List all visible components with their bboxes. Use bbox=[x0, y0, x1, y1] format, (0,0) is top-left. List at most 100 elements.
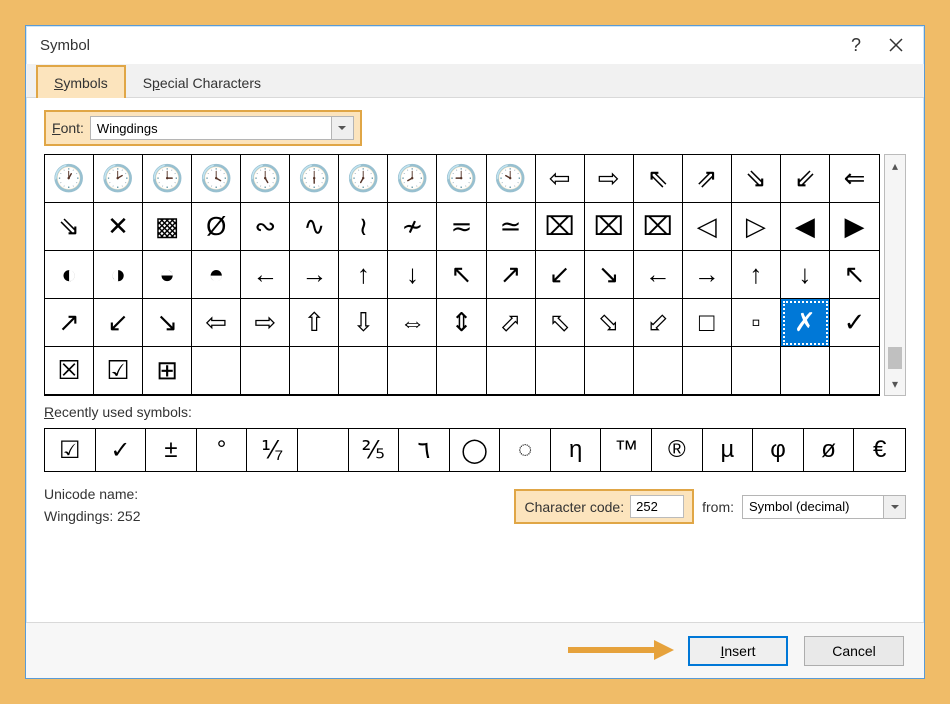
recent-symbol-cell[interactable]: ٦ bbox=[399, 429, 450, 471]
tab-symbols[interactable]: Symbols bbox=[36, 65, 126, 98]
symbol-cell[interactable]: ⇨ bbox=[241, 299, 290, 347]
symbol-cell[interactable]: → bbox=[683, 251, 732, 299]
symbol-cell[interactable]: 🕒 bbox=[143, 155, 192, 203]
symbol-cell[interactable]: ◀ bbox=[781, 203, 830, 251]
from-combo[interactable] bbox=[742, 495, 906, 519]
symbol-cell[interactable]: ↗ bbox=[487, 251, 536, 299]
symbol-cell[interactable]: ⇨ bbox=[585, 155, 634, 203]
character-code-input[interactable] bbox=[630, 495, 684, 518]
symbol-cell[interactable]: 🕐 bbox=[45, 155, 94, 203]
symbol-cell[interactable]: ↑ bbox=[339, 251, 388, 299]
symbol-cell[interactable]: Ø bbox=[192, 203, 241, 251]
symbol-cell[interactable]: ↓ bbox=[781, 251, 830, 299]
symbol-cell[interactable]: ⇩ bbox=[339, 299, 388, 347]
symbol-cell[interactable]: ↗ bbox=[45, 299, 94, 347]
symbol-cell[interactable]: ↓ bbox=[388, 251, 437, 299]
symbol-cell[interactable] bbox=[192, 347, 241, 395]
symbol-cell[interactable] bbox=[339, 347, 388, 395]
symbol-cell[interactable]: ↙ bbox=[536, 251, 585, 299]
symbol-cell[interactable]: ◓ bbox=[192, 251, 241, 299]
symbol-cell[interactable]: ↘ bbox=[143, 299, 192, 347]
symbol-cell[interactable]: ✓ bbox=[830, 299, 879, 347]
scroll-thumb[interactable] bbox=[888, 347, 902, 369]
symbol-cell[interactable]: 🕙 bbox=[487, 155, 536, 203]
symbol-cell[interactable]: ⇖ bbox=[634, 155, 683, 203]
symbol-cell[interactable] bbox=[290, 347, 339, 395]
recent-symbol-cell[interactable]: ° bbox=[197, 429, 248, 471]
symbol-cell[interactable]: ⇐ bbox=[830, 155, 879, 203]
symbol-cell[interactable]: ☒ bbox=[45, 347, 94, 395]
recent-symbol-cell[interactable]: ☑ bbox=[45, 429, 96, 471]
symbol-cell[interactable]: ✗ bbox=[781, 299, 830, 347]
symbol-cell[interactable]: ⇘ bbox=[45, 203, 94, 251]
symbol-cell[interactable]: ⇧ bbox=[290, 299, 339, 347]
symbol-cell[interactable]: ◒ bbox=[143, 251, 192, 299]
symbol-cell[interactable] bbox=[536, 347, 585, 395]
recent-symbol-cell[interactable]: ⅟₇ bbox=[247, 429, 298, 471]
symbol-cell[interactable]: ⌧ bbox=[536, 203, 585, 251]
symbol-cell[interactable]: ⬃ bbox=[634, 299, 683, 347]
insert-button[interactable]: Insert bbox=[688, 636, 788, 666]
symbol-cell[interactable]: ⇦ bbox=[536, 155, 585, 203]
symbol-cell[interactable]: ∾ bbox=[241, 203, 290, 251]
symbol-cell[interactable]: ← bbox=[241, 251, 290, 299]
symbol-cell[interactable]: ⇕ bbox=[437, 299, 486, 347]
scroll-up-icon[interactable]: ▴ bbox=[892, 159, 898, 173]
font-input[interactable] bbox=[91, 119, 331, 138]
symbol-cell[interactable]: ⌧ bbox=[585, 203, 634, 251]
symbol-cell[interactable]: 🕔 bbox=[241, 155, 290, 203]
from-input[interactable] bbox=[743, 497, 883, 516]
symbol-cell[interactable]: ↙ bbox=[94, 299, 143, 347]
symbol-cell[interactable]: ▷ bbox=[732, 203, 781, 251]
symbol-cell[interactable]: ∿ bbox=[290, 203, 339, 251]
recent-symbol-cell[interactable]: µ bbox=[703, 429, 754, 471]
symbol-cell[interactable] bbox=[487, 347, 536, 395]
symbol-cell[interactable]: 🕖 bbox=[339, 155, 388, 203]
font-dropdown-button[interactable] bbox=[331, 117, 353, 139]
symbol-cell[interactable]: ▩ bbox=[143, 203, 192, 251]
symbol-cell[interactable] bbox=[241, 347, 290, 395]
recent-symbol-cell[interactable]: ◯ bbox=[450, 429, 501, 471]
symbol-cell[interactable]: ✕ bbox=[94, 203, 143, 251]
symbol-cell[interactable]: 🕑 bbox=[94, 155, 143, 203]
symbol-grid[interactable]: 🕐🕑🕒🕓🕔🕕🕖🕗🕘🕙⇦⇨⇖⇗⇘⇙⇐⇘✕▩Ø∾∿≀≁≂≃⌧⌧⌧◁▷◀▶◐◑◒◓←→… bbox=[44, 154, 880, 396]
symbol-cell[interactable] bbox=[437, 347, 486, 395]
symbol-cell[interactable]: 🕘 bbox=[437, 155, 486, 203]
symbol-cell[interactable]: ◐ bbox=[45, 251, 94, 299]
symbol-cell[interactable]: ⌧ bbox=[634, 203, 683, 251]
recent-symbol-cell[interactable]: ™ bbox=[601, 429, 652, 471]
recent-symbol-cell[interactable] bbox=[298, 429, 349, 471]
recent-symbol-cell[interactable]: ◌ bbox=[500, 429, 551, 471]
symbol-cell[interactable]: ⇗ bbox=[683, 155, 732, 203]
symbol-cell[interactable] bbox=[683, 347, 732, 395]
symbol-cell[interactable]: ◑ bbox=[94, 251, 143, 299]
symbol-cell[interactable] bbox=[781, 347, 830, 395]
symbol-cell[interactable]: ⬁ bbox=[536, 299, 585, 347]
symbol-cell[interactable]: ⇦ bbox=[192, 299, 241, 347]
symbol-cell[interactable]: ▶ bbox=[830, 203, 879, 251]
from-dropdown-button[interactable] bbox=[883, 496, 905, 518]
symbol-cell[interactable]: ⇔ bbox=[388, 299, 437, 347]
symbol-cell[interactable]: □ bbox=[683, 299, 732, 347]
symbol-cell[interactable]: ← bbox=[634, 251, 683, 299]
recent-symbol-cell[interactable]: ⅖ bbox=[349, 429, 400, 471]
recent-symbols[interactable]: ☑✓±°⅟₇⅖٦◯◌η™®µφø€ bbox=[44, 428, 906, 472]
tab-special-characters[interactable]: Special Characters bbox=[126, 66, 278, 98]
recent-symbol-cell[interactable]: € bbox=[854, 429, 905, 471]
symbol-cell[interactable]: ≀ bbox=[339, 203, 388, 251]
symbol-cell[interactable]: 🕓 bbox=[192, 155, 241, 203]
symbol-cell[interactable] bbox=[388, 347, 437, 395]
scroll-down-icon[interactable]: ▾ bbox=[892, 377, 898, 391]
symbol-cell[interactable] bbox=[732, 347, 781, 395]
recent-symbol-cell[interactable]: φ bbox=[753, 429, 804, 471]
symbol-cell[interactable]: 🕕 bbox=[290, 155, 339, 203]
recent-symbol-cell[interactable]: ø bbox=[804, 429, 855, 471]
symbol-grid-scrollbar[interactable]: ▴ ▾ bbox=[884, 154, 906, 396]
symbol-cell[interactable]: ▫ bbox=[732, 299, 781, 347]
symbol-cell[interactable]: ↖ bbox=[830, 251, 879, 299]
symbol-cell[interactable]: ⬂ bbox=[585, 299, 634, 347]
symbol-cell[interactable]: ⇙ bbox=[781, 155, 830, 203]
symbol-cell[interactable]: ⬀ bbox=[487, 299, 536, 347]
close-button[interactable] bbox=[876, 29, 916, 61]
symbol-cell[interactable]: ↘ bbox=[585, 251, 634, 299]
